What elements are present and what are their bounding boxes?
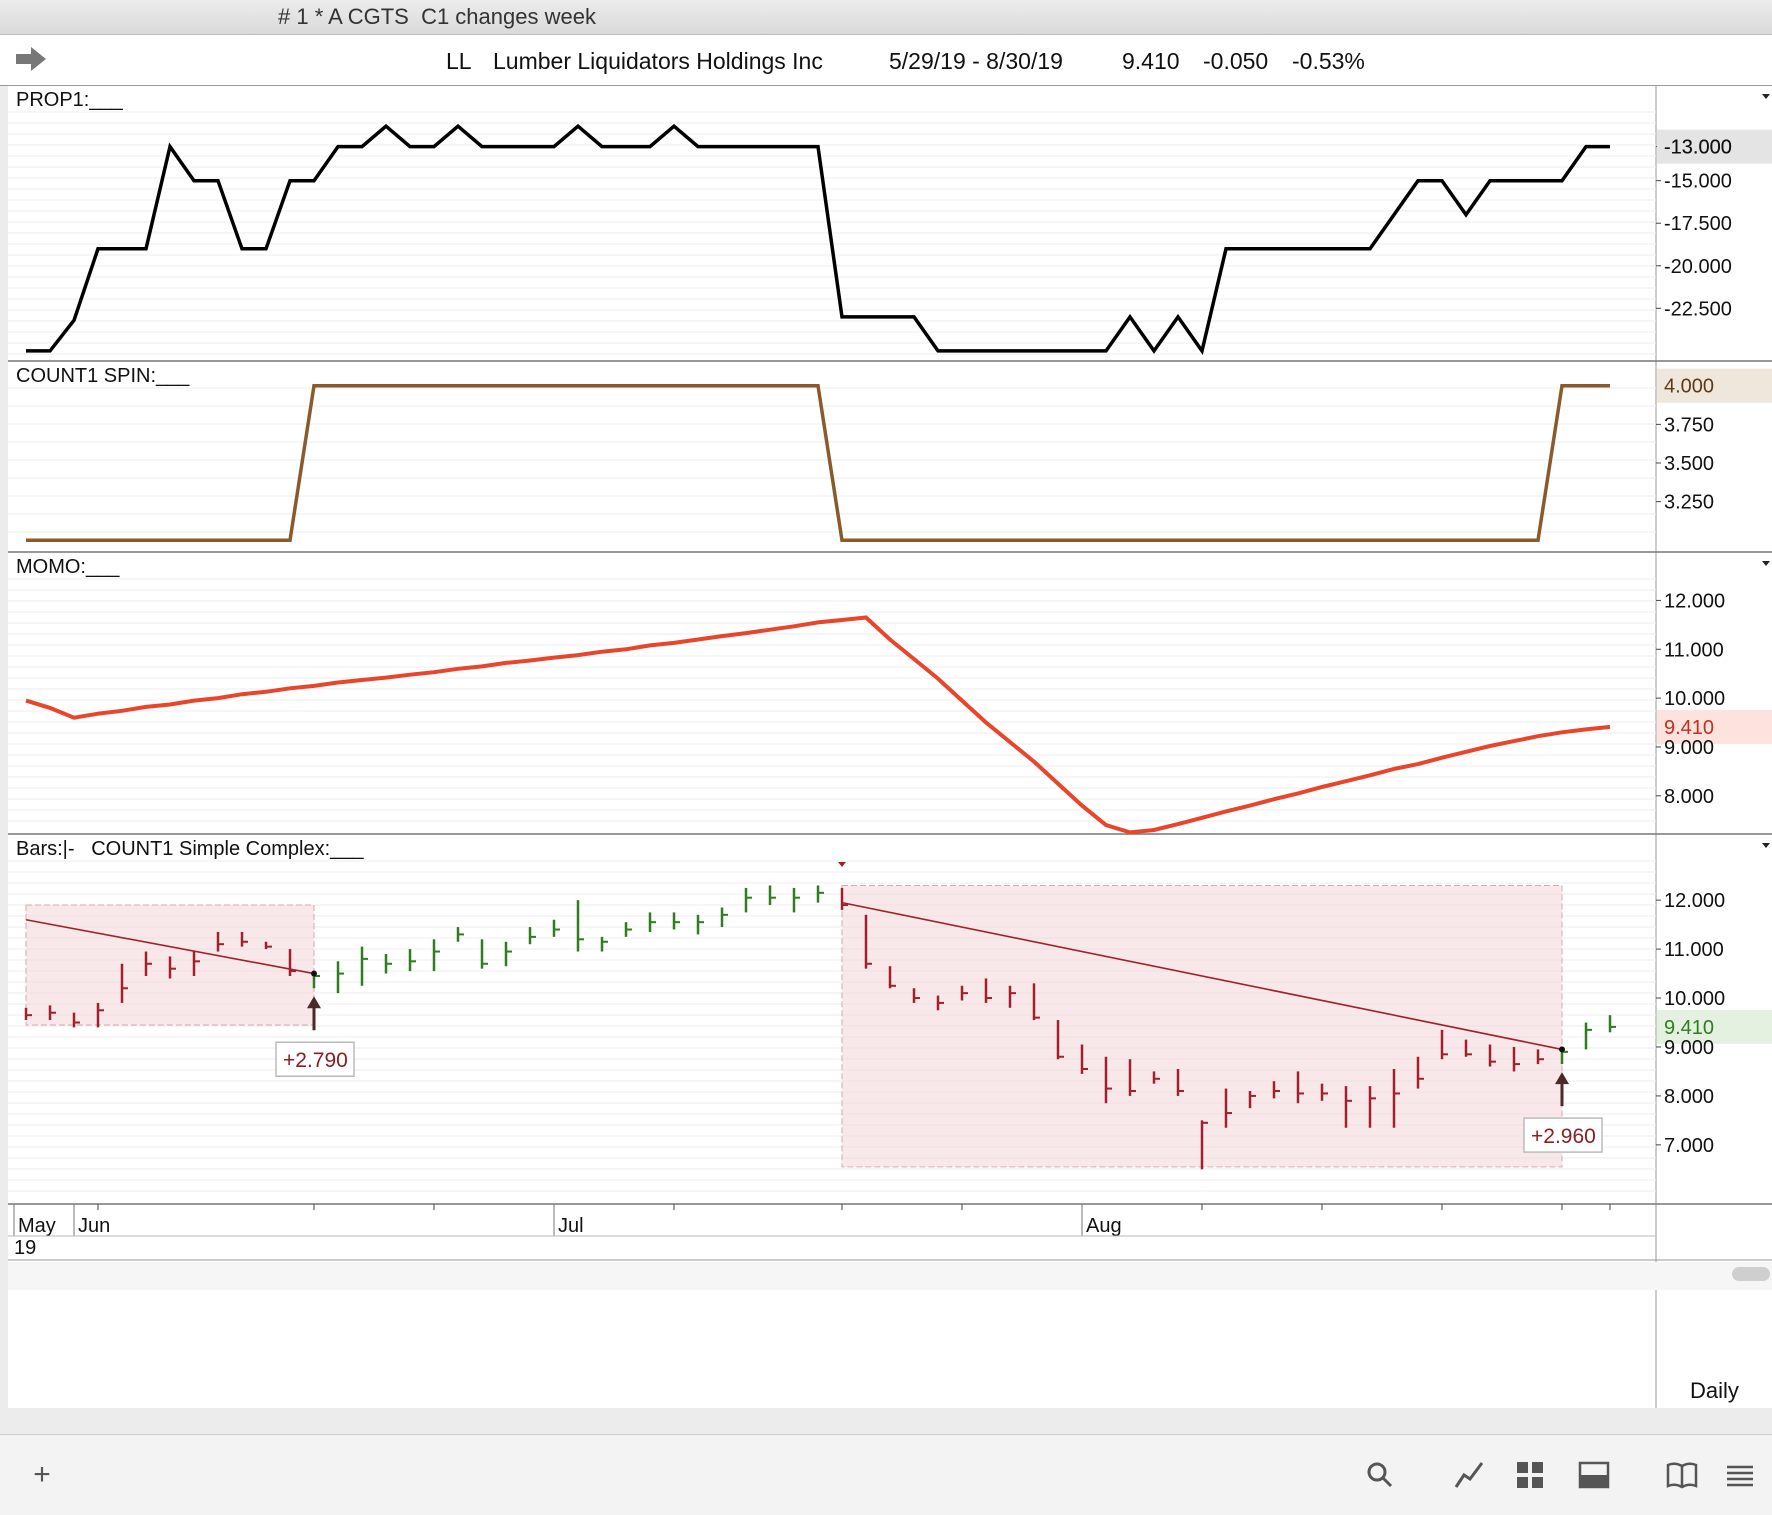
ohlc-bar — [768, 885, 776, 906]
x-tick-label: May — [18, 1215, 56, 1237]
ohlc-bar — [720, 907, 728, 928]
ohlc-bar — [456, 927, 464, 942]
ohlc-bar — [696, 914, 704, 935]
y-tick-label: 3.750 — [1664, 414, 1714, 436]
ohlc-bar — [744, 887, 752, 913]
add-icon[interactable]: + — [24, 1457, 60, 1493]
y-tick-label: 3.500 — [1664, 453, 1714, 475]
panel-title: MOMO:___ — [16, 556, 120, 578]
panel-layout-icon[interactable] — [1576, 1457, 1612, 1493]
panel-3 — [8, 843, 1772, 1205]
y-tick-label: 12.000 — [1664, 890, 1725, 912]
ohlc-bar — [432, 939, 440, 972]
search-icon[interactable] — [1362, 1457, 1398, 1493]
x-year-label: 19 — [14, 1237, 36, 1259]
scrollbar-thumb — [1732, 1267, 1770, 1281]
dropdown-icon — [1762, 843, 1770, 848]
y-tick-label: 7.000 — [1664, 1135, 1714, 1157]
y-tick-label: 11.000 — [1664, 939, 1724, 961]
bottom-toolbar: + — [0, 1434, 1772, 1515]
y-tick-label: 11.000 — [1664, 639, 1724, 661]
company-name: Lumber Liquidators Holdings Inc — [493, 48, 823, 74]
panel-title: PROP1:___ — [16, 89, 124, 111]
series-line — [26, 383, 1610, 543]
panel-1 — [8, 368, 1772, 553]
x-tick-label: Jul — [558, 1215, 584, 1237]
timeframe-label[interactable]: Daily — [1690, 1378, 1739, 1404]
trend-end-dot — [1559, 1046, 1565, 1053]
y-tick-label: -22.500 — [1664, 298, 1732, 320]
ohlc-bar — [480, 939, 488, 969]
dropdown-icon — [1762, 94, 1770, 99]
chart-area[interactable]: PROP1:___ -13.000 -15.000 -17.500 -20.000 -22… — [8, 86, 1772, 1408]
last-value-label: 9.410 — [1664, 717, 1714, 739]
menu-icon[interactable] — [1722, 1457, 1758, 1493]
panel-title: Bars:|- COUNT1 Simple Complex:___ — [16, 838, 364, 860]
date-range: 5/29/19 - 8/30/19 — [889, 48, 1063, 74]
last-value-label: 9.410 — [1664, 1017, 1714, 1039]
y-tick-label: -20.000 — [1664, 256, 1732, 278]
y-tick-label: 12.000 — [1664, 590, 1725, 612]
y-tick-label: 3.250 — [1664, 492, 1714, 514]
ohlc-bar — [336, 961, 344, 994]
symbol: LL — [446, 48, 472, 74]
last-value-label: 4.000 — [1664, 376, 1714, 398]
dropdown-icon — [1762, 561, 1770, 566]
grid-icon[interactable] — [1512, 1457, 1548, 1493]
panel-title: COUNT1 SPIN:___ — [16, 365, 190, 387]
series-line — [26, 123, 1610, 356]
chart-svg[interactable]: PROP1:___ -13.000 -15.000 -17.500 -20.000 -22… — [8, 86, 1772, 1408]
trend-end-dot — [311, 970, 317, 977]
ohlc-bar — [1608, 1015, 1616, 1033]
ohlc-bar — [1584, 1022, 1592, 1050]
x-tick-label: Jun — [78, 1215, 110, 1237]
window-title: # 1 * A CGTS C1 changes week — [278, 4, 596, 29]
ohlc-bar — [624, 922, 632, 937]
window-titlebar: # 1 * A CGTS C1 changes week — [0, 0, 1772, 35]
peak-marker — [838, 862, 846, 867]
panel-2 — [8, 561, 1772, 835]
ohlc-bar — [504, 941, 512, 967]
y-tick-label: 8.000 — [1664, 786, 1714, 808]
last-price: 9.410 — [1122, 48, 1180, 74]
y-tick-label: 9.000 — [1664, 737, 1714, 759]
book-icon[interactable] — [1664, 1457, 1700, 1493]
y-tick-label: 10.000 — [1664, 688, 1725, 710]
ohlc-bar — [792, 887, 800, 913]
last-value-label: -13.000 — [1664, 137, 1732, 159]
x-tick-label: Aug — [1086, 1215, 1122, 1237]
ohlc-bar — [360, 946, 368, 986]
signal-label: +2.790 — [283, 1049, 348, 1072]
scrollbar-track — [8, 1262, 1772, 1290]
line-chart-icon[interactable] — [1452, 1457, 1488, 1493]
ohlc-bar — [576, 900, 584, 952]
forward-arrow-icon[interactable] — [14, 45, 48, 73]
y-tick-label: 9.000 — [1664, 1037, 1714, 1059]
series-line — [25, 615, 1611, 835]
ohlc-bar — [648, 912, 656, 932]
ohlc-bar — [528, 927, 536, 945]
ohlc-bar — [552, 919, 560, 937]
chart-header: LL Lumber Liquidators Holdings Inc 5/29/… — [0, 35, 1772, 86]
price-change-pct: -0.53% — [1292, 48, 1365, 74]
panel-0 — [8, 94, 1772, 362]
y-tick-label: -17.500 — [1664, 213, 1732, 235]
signal-label: +2.960 — [1531, 1125, 1596, 1148]
y-tick-label: 10.000 — [1664, 988, 1725, 1010]
price-change: -0.050 — [1203, 48, 1269, 74]
y-tick-label: -15.000 — [1664, 171, 1732, 193]
y-tick-label: 8.000 — [1664, 1086, 1714, 1108]
